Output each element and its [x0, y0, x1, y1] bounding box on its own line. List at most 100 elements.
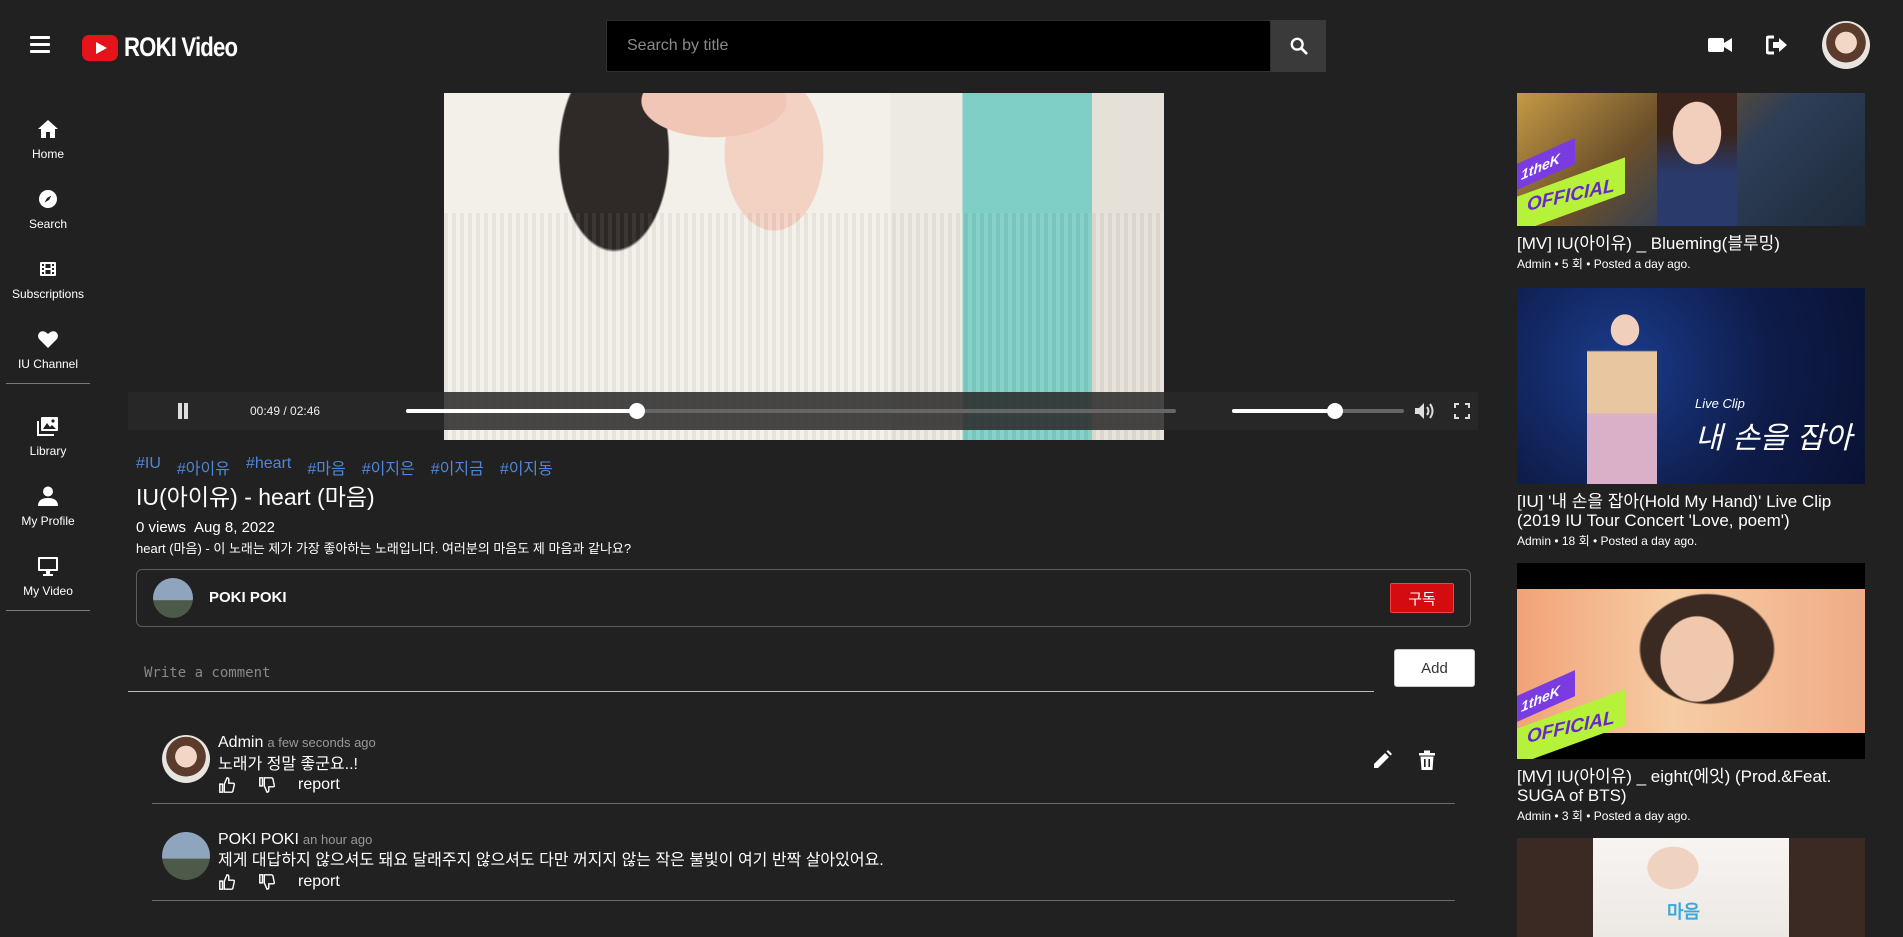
- hashtag-link[interactable]: #IU: [136, 455, 161, 479]
- comment-time: an hour ago: [302, 832, 373, 847]
- recommended-title[interactable]: [IU] '내 손을 잡아(Hold My Hand)' Live Clip (…: [1517, 492, 1865, 530]
- comment-time: a few seconds ago: [267, 735, 376, 750]
- channel-card: POKI POKI 구독: [136, 569, 1471, 627]
- menu-icon[interactable]: [30, 36, 50, 54]
- view-count: 0 views: [136, 519, 187, 536]
- recommended-title[interactable]: [MV] IU(아이유) _ Blueming(블루밍): [1517, 234, 1865, 253]
- sidebar-item-my-profile[interactable]: My Profile: [0, 484, 96, 544]
- video-player[interactable]: [128, 93, 1478, 440]
- volume-slider[interactable]: [1232, 403, 1404, 419]
- comment-input[interactable]: [128, 654, 1374, 692]
- hashtag-link[interactable]: #아이유: [177, 455, 230, 479]
- comment-text: 제게 대답하지 않으셔도 돼요 달래주지 않으셔도 다만 꺼지지 않는 작은 불…: [218, 852, 884, 869]
- seek-bar[interactable]: [406, 403, 1176, 419]
- user-avatar[interactable]: [1822, 21, 1870, 69]
- sidebar-item-label: My Profile: [21, 514, 75, 528]
- recommended-video[interactable]: 1theK OFFICIAL [MV] IU(아이유) _ eight(에잇) …: [1517, 563, 1865, 824]
- sidebar-item-label: Search: [28, 217, 68, 231]
- video-thumbnail[interactable]: 1theK OFFICIAL: [1517, 93, 1865, 226]
- sidebar-item-label: Subscriptions: [11, 287, 85, 301]
- comment-text: 노래가 정말 좋군요..!: [218, 756, 358, 773]
- volume-handle[interactable]: [1327, 403, 1344, 419]
- video-description: heart (마음) - 이 노래는 제가 가장 좋아하는 노래입니다. 여러분…: [136, 541, 632, 556]
- recommended-meta: Admin • 3 회 • Posted a day ago.: [1517, 809, 1691, 823]
- overlay-caption: Live Clip: [1695, 396, 1745, 411]
- overlay-title: 마음: [1667, 902, 1701, 922]
- video-thumbnail[interactable]: Live Clip 내 손을 잡아: [1517, 288, 1865, 484]
- youtube-play-icon: [82, 34, 118, 61]
- comment-actions: report: [218, 776, 340, 794]
- pause-icon[interactable]: [176, 403, 190, 419]
- sidebar-divider: [6, 610, 90, 611]
- recommended-meta: Admin • 18 회 • Posted a day ago.: [1517, 534, 1698, 548]
- report-link[interactable]: report: [298, 776, 340, 794]
- logout-button[interactable]: [1764, 33, 1790, 57]
- comment-author[interactable]: Admin: [218, 734, 263, 751]
- sign-out-icon: [1766, 35, 1787, 55]
- upload-date: Aug 8, 2022: [194, 519, 275, 536]
- film-icon: [40, 262, 56, 276]
- video-thumbnail[interactable]: 마음: [1517, 838, 1865, 937]
- video-thumbnail[interactable]: 1theK OFFICIAL: [1517, 563, 1865, 759]
- compass-icon: [39, 190, 57, 208]
- thumbs-up-icon[interactable]: [218, 873, 236, 891]
- comment-avatar[interactable]: [162, 735, 210, 783]
- top-header: ROKI Video: [0, 0, 1903, 93]
- app-name: ROKI Video: [124, 32, 238, 62]
- recommended-video[interactable]: 1theK OFFICIAL [MV] IU(아이유) _ Blueming(블…: [1517, 93, 1865, 272]
- hashtag-list: #IU #아이유 #heart #마음 #이지은 #이지금 #이지동: [136, 455, 553, 479]
- recommended-video[interactable]: 마음: [1517, 838, 1865, 937]
- add-comment-button[interactable]: Add: [1394, 649, 1475, 687]
- heart-icon: [38, 331, 58, 348]
- hashtag-link[interactable]: #heart: [246, 455, 291, 479]
- comment-item: POKI POKI an hour ago 제게 대답하지 않으셔도 돼요 달래주…: [152, 804, 1455, 901]
- comment-actions: report: [218, 873, 340, 891]
- recommended-meta: Admin • 5 회 • Posted a day ago.: [1517, 257, 1691, 271]
- seek-progress: [406, 409, 637, 413]
- sidebar-item-library[interactable]: Library: [0, 414, 96, 474]
- fullscreen-icon[interactable]: [1454, 403, 1470, 419]
- sidebar-item-label: Home: [31, 147, 64, 161]
- thumbs-down-icon[interactable]: [258, 873, 276, 891]
- seek-handle[interactable]: [629, 403, 645, 419]
- recommended-video[interactable]: Live Clip 내 손을 잡아 [IU] '내 손을 잡아(Hold My …: [1517, 288, 1865, 549]
- sidebar-item-label: IU Channel: [17, 357, 79, 371]
- thumbs-up-icon[interactable]: [218, 776, 236, 794]
- sidebar-item-home[interactable]: Home: [0, 117, 96, 177]
- edit-pencil-icon[interactable]: [1371, 749, 1393, 771]
- playback-time: 00:49 / 02:46: [250, 404, 321, 418]
- video-camera-icon: [1708, 38, 1732, 52]
- subscribe-button[interactable]: 구독: [1390, 583, 1454, 613]
- app-logo[interactable]: ROKI Video: [82, 32, 262, 63]
- hashtag-link[interactable]: #마음: [307, 455, 345, 479]
- sidebar-item-iu-channel[interactable]: IU Channel: [0, 327, 96, 387]
- search-box: [606, 20, 1271, 72]
- player-controls: 00:49 / 02:46: [128, 392, 1478, 430]
- overlay-title: 내 손을 잡아: [1695, 421, 1853, 456]
- thumbs-down-icon[interactable]: [258, 776, 276, 794]
- search-icon: [1290, 37, 1308, 55]
- comment-avatar[interactable]: [162, 832, 210, 880]
- channel-name[interactable]: POKI POKI: [209, 589, 287, 606]
- video-frame: [444, 93, 1164, 440]
- video-title: IU(아이유) - heart (마음): [136, 484, 375, 510]
- channel-avatar[interactable]: [153, 578, 193, 618]
- hashtag-link[interactable]: #이지금: [431, 455, 484, 479]
- trash-icon[interactable]: [1416, 749, 1438, 771]
- recommended-title[interactable]: [MV] IU(아이유) _ eight(에잇) (Prod.&Feat. SU…: [1517, 767, 1865, 805]
- volume-level: [1232, 409, 1336, 413]
- volume-icon[interactable]: [1414, 402, 1438, 420]
- sidebar: Home Search Subscriptions IU Channel Lib…: [0, 93, 96, 937]
- photo-library-icon: [37, 417, 58, 436]
- search-input[interactable]: [607, 21, 1270, 71]
- sidebar-item-subscriptions[interactable]: Subscriptions: [0, 257, 96, 317]
- hashtag-link[interactable]: #이지은: [362, 455, 415, 479]
- sidebar-item-search[interactable]: Search: [0, 187, 96, 247]
- sidebar-item-my-video[interactable]: My Video: [0, 554, 96, 614]
- sidebar-item-label: My Video: [23, 584, 73, 598]
- sidebar-item-label: Library: [29, 444, 67, 458]
- hashtag-link[interactable]: #이지동: [500, 455, 553, 479]
- report-link[interactable]: report: [298, 873, 340, 891]
- upload-video-button[interactable]: [1707, 33, 1733, 57]
- search-button[interactable]: [1271, 20, 1326, 72]
